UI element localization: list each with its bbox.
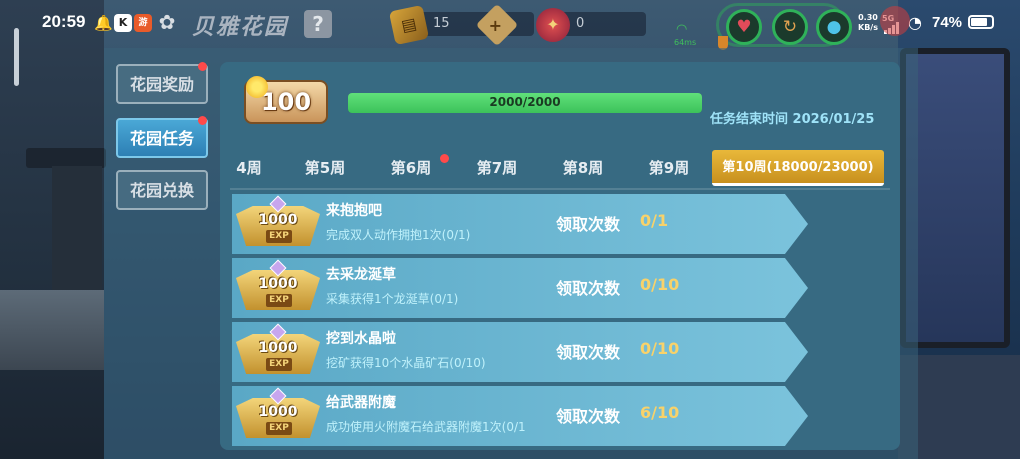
- strength-button[interactable]: ↻: [772, 9, 808, 45]
- claim-count-value: 0/10: [640, 339, 680, 358]
- scene-roof: [26, 148, 106, 168]
- network-speed: 0.30 KB/s: [858, 13, 878, 33]
- flower-icon: ✿: [158, 10, 176, 34]
- tab-label: 花园兑换: [129, 181, 194, 200]
- tab-week-6[interactable]: 第6周: [374, 150, 448, 186]
- task-row[interactable]: 1000 EXP 挖到水晶啦 挖矿获得10个水晶矿石(0/10) 领取次数 0/…: [232, 322, 808, 382]
- task-description: 完成双人动作拥抱1次(0/1): [326, 228, 471, 242]
- ping-value: 64ms: [674, 38, 697, 47]
- task-title: 挖到水晶啦: [326, 331, 396, 347]
- tab-week-9[interactable]: 第9周: [632, 150, 706, 186]
- tab-week-5[interactable]: 第5周: [288, 150, 362, 186]
- task-row[interactable]: 1000 EXP 去采龙涎草 采集获得1个龙涎草(0/1) 领取次数 0/10: [232, 258, 808, 318]
- claim-count-label: 领取次数: [556, 407, 621, 426]
- tab-week-4[interactable]: 4周: [230, 150, 268, 186]
- network-speed-unit: KB/s: [858, 23, 878, 32]
- task-description: 采集获得1个龙涎草(0/1): [326, 292, 459, 306]
- exp-amount: 1000: [258, 340, 298, 356]
- week-6-notification-dot: [440, 154, 449, 163]
- network-speed-value: 0.30: [858, 13, 878, 22]
- tab-label: 花园任务: [129, 129, 194, 148]
- battery-icon: [968, 15, 994, 29]
- exp-tag: EXP: [266, 294, 292, 307]
- claim-count-value: 6/10: [640, 403, 680, 422]
- exp-reward-badge: 1000 EXP: [236, 387, 320, 442]
- page-title: 贝雅花园: [192, 15, 289, 40]
- exp-tag: EXP: [266, 230, 292, 243]
- clock: 20:59: [42, 12, 86, 31]
- task-title: 给武器附魔: [326, 395, 396, 411]
- exp-amount: 1000: [258, 212, 298, 228]
- tab-week-8[interactable]: 第8周: [546, 150, 620, 186]
- exp-tag: EXP: [266, 358, 292, 371]
- gem-count: 0: [576, 16, 585, 31]
- week-tabs-divider: [230, 188, 890, 190]
- avatar-badge[interactable]: [880, 6, 910, 36]
- claim-count-value: 0/10: [640, 275, 680, 294]
- exp-amount: 1000: [258, 404, 298, 420]
- ping-indicator: ◠ 64ms: [674, 22, 700, 47]
- heart-button[interactable]: ♥: [726, 9, 762, 45]
- scene-stairs: [0, 290, 104, 370]
- battery-percent: 74%: [932, 14, 963, 31]
- tab-garden-tasks[interactable]: 花园任务: [116, 118, 208, 158]
- flower-icon: [246, 76, 268, 98]
- task-row[interactable]: 1000 EXP 来抱抱吧 完成双人动作拥抱1次(0/1) 领取次数 0/1: [232, 194, 808, 254]
- notification-bell-icon: 🔔: [94, 14, 113, 32]
- k-app-icon: K: [114, 14, 132, 32]
- wifi-icon: ◔: [908, 13, 922, 32]
- tab-label: 花园奖励: [129, 75, 194, 94]
- claim-count-label: 领取次数: [556, 215, 621, 234]
- task-title: 去采龙涎草: [326, 267, 396, 283]
- claim-count-label: 领取次数: [556, 343, 621, 362]
- tab-week-10[interactable]: 第10周(18000/23000): [712, 150, 884, 186]
- wifi-signal-icon: ◠: [676, 22, 688, 37]
- exp-reward-badge: 1000 EXP: [236, 259, 320, 314]
- help-button[interactable]: ?: [304, 10, 332, 38]
- claim-count-label: 领取次数: [556, 279, 621, 298]
- tasks-notification-dot: [198, 116, 207, 125]
- exp-amount: 1000: [258, 276, 298, 292]
- exp-reward-badge: 1000 EXP: [236, 195, 320, 250]
- water-drop-button[interactable]: ●: [816, 9, 852, 45]
- exp-reward-badge: 1000 EXP: [236, 323, 320, 378]
- tab-garden-rewards[interactable]: 花园奖励: [116, 64, 208, 104]
- claim-count-value: 0/1: [640, 211, 669, 230]
- task-title: 来抱抱吧: [326, 203, 382, 219]
- book-count: 15: [433, 16, 450, 31]
- week-tabs: 4周 第5周 第6周 第7周 第8周 第9周 第10周(18000/23000): [230, 150, 890, 188]
- game-app-icon: 游: [134, 14, 152, 32]
- tab-garden-exchange[interactable]: 花园兑换: [116, 170, 208, 210]
- level-progress-text: 2000/2000: [489, 95, 561, 109]
- plus-icon: +: [488, 16, 503, 36]
- task-description: 成功使用火附魔石给武器附魔1次(0/1: [326, 420, 526, 434]
- gem-icon: ✦: [536, 8, 570, 42]
- task-description: 挖矿获得10个水晶矿石(0/10): [326, 356, 486, 370]
- tab-week-7[interactable]: 第7周: [460, 150, 534, 186]
- book-icon: ▤: [388, 4, 430, 46]
- task-row[interactable]: 1000 EXP 给武器附魔 成功使用火附魔石给武器附魔1次(0/1 领取次数 …: [232, 386, 808, 446]
- exp-tag: EXP: [266, 422, 292, 435]
- task-end-time: 任务结束时间 2026/01/25: [710, 112, 875, 127]
- rewards-notification-dot: [198, 62, 207, 71]
